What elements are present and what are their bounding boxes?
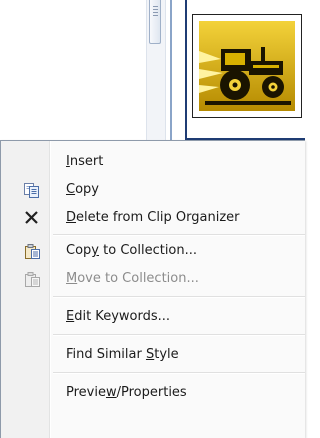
menu-item-edit-keywords[interactable]: Edit Keywords... [3,303,304,331]
menu-item-label: Delete from Clip Organizer [66,210,240,225]
move-to-collection-icon [25,272,40,287]
pane-divider [170,0,172,140]
scrollbar-grip-line [153,6,158,7]
copy-to-collection-icon [25,244,40,259]
clip-thumbnail-selected[interactable] [185,0,305,140]
clip-thumbnail-frame [192,14,302,118]
menu-item-insert[interactable]: Insert [3,148,304,176]
menu-item-label: Copy [66,182,99,197]
menu-separator [53,372,305,374]
menu-item-delete-from-clip-organizer[interactable]: Delete from Clip Organizer [3,204,304,232]
menu-item-label: Preview/Properties [66,385,187,400]
menu-item-label: Find Similar Style [66,347,179,362]
clip-context-menu: Insert Copy Delete from Clip Organizer C… [0,140,305,438]
menu-item-preview-properties[interactable]: Preview/Properties [3,379,304,407]
menu-item-label: Edit Keywords... [66,309,171,324]
delete-x-icon [25,211,38,224]
scrollbar-grip-line [153,12,158,13]
menu-item-label: Copy to Collection... [66,243,198,258]
menu-item-label: Insert [66,154,104,169]
menu-item-find-similar-style[interactable]: Find Similar Style [3,341,304,369]
menu-separator [53,296,305,298]
copy-icon [24,183,39,198]
menu-separator [53,234,305,236]
tractor-clipart-icon [199,21,295,111]
menu-item-copy[interactable]: Copy [3,176,304,204]
scrollbar-grip-line [153,9,158,10]
menu-item-move-to-collection: Move to Collection... [3,265,304,293]
scrollbar-grip-line [153,15,158,16]
menu-separator [53,334,305,336]
scrollbar-thumb[interactable] [149,0,161,44]
menu-item-label: Move to Collection... [66,271,199,286]
menu-item-copy-to-collection[interactable]: Copy to Collection... [3,237,304,265]
